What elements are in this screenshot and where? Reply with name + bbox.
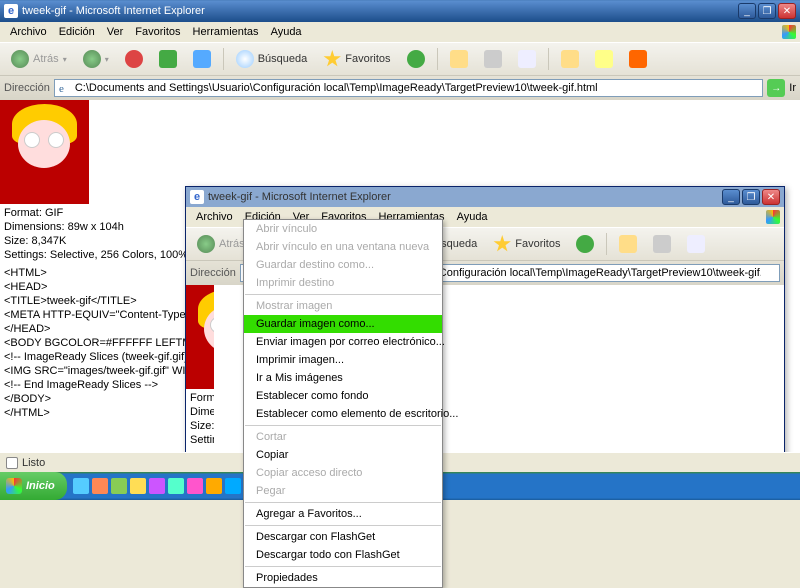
ctx-goto-images[interactable]: Ir a Mis imágenes	[244, 369, 442, 387]
ctx-properties[interactable]: Propiedades	[244, 569, 442, 587]
history-button[interactable]	[569, 232, 601, 256]
inner-source: <HTML> <HEAD> <TITLE>tweek <META HTTP- <…	[186, 449, 214, 452]
go-label: Ir	[789, 82, 796, 94]
close-button[interactable]: ✕	[778, 3, 796, 19]
menu-archivo[interactable]: Archivo	[190, 209, 239, 225]
ql-8[interactable]	[206, 478, 222, 494]
inner-close-button[interactable]: ✕	[762, 189, 780, 205]
ctx-set-background[interactable]: Establecer como fondo	[244, 387, 442, 405]
menu-ayuda[interactable]: Ayuda	[451, 209, 494, 225]
refresh-button[interactable]	[152, 47, 184, 71]
ql-3[interactable]	[111, 478, 127, 494]
ie-icon: e	[190, 190, 204, 204]
inner-maximize-button[interactable]: ❐	[742, 189, 760, 205]
start-flag-icon	[6, 478, 22, 494]
done-icon	[6, 457, 18, 469]
search-button[interactable]: Búsqueda	[229, 47, 315, 71]
menu-ver[interactable]: Ver	[101, 24, 130, 40]
outer-toolbar: Atrás▾ ▾ Búsqueda Favoritos	[0, 42, 800, 76]
minimize-button[interactable]: _	[738, 3, 756, 19]
inner-title: tweek-gif - Microsoft Internet Explorer	[208, 191, 391, 203]
mail-button[interactable]	[612, 232, 644, 256]
go-button[interactable]: →	[767, 79, 785, 97]
character-image-outer[interactable]	[0, 100, 89, 204]
print-button[interactable]	[646, 232, 678, 256]
ql-2[interactable]	[92, 478, 108, 494]
ctx-email-image[interactable]: Enviar imagen por correo electrónico...	[244, 333, 442, 351]
character-image-inner[interactable]	[186, 285, 214, 389]
menu-herramientas[interactable]: Herramientas	[187, 24, 265, 40]
ie-icon: e	[4, 4, 18, 18]
ctx-open-link[interactable]: Abrir vínculo	[244, 220, 442, 238]
ctx-save-target[interactable]: Guardar destino como...	[244, 256, 442, 274]
status-text: Listo	[22, 457, 45, 469]
outer-addressbar: Dirección → Ir	[0, 76, 800, 100]
edit-button[interactable]	[511, 47, 543, 71]
ctx-cut[interactable]: Cortar	[244, 428, 442, 446]
ql-9[interactable]	[225, 478, 241, 494]
home-button[interactable]	[186, 47, 218, 71]
outer-menubar: Archivo Edición Ver Favoritos Herramient…	[0, 22, 800, 42]
ctx-set-desktop[interactable]: Establecer como elemento de escritorio..…	[244, 405, 442, 423]
ctx-save-image-as[interactable]: Guardar imagen como...	[244, 315, 442, 333]
note-button[interactable]	[588, 47, 620, 71]
mail-button[interactable]	[443, 47, 475, 71]
ctx-print-image[interactable]: Imprimir imagen...	[244, 351, 442, 369]
address-label: Dirección	[190, 267, 236, 279]
address-input[interactable]	[54, 79, 763, 97]
ctx-copy[interactable]: Copiar	[244, 446, 442, 464]
windows-flag-icon	[782, 25, 796, 39]
print-button[interactable]	[477, 47, 509, 71]
ctx-flashget[interactable]: Descargar con FlashGet	[244, 528, 442, 546]
maximize-button[interactable]: ❐	[758, 3, 776, 19]
menu-favoritos[interactable]: Favoritos	[129, 24, 186, 40]
ctx-print-target[interactable]: Imprimir destino	[244, 274, 442, 292]
back-button[interactable]: Atrás▾	[4, 47, 74, 71]
ql-6[interactable]	[168, 478, 184, 494]
forward-button[interactable]: ▾	[76, 47, 116, 71]
windows-flag-icon	[766, 210, 780, 224]
menu-edicion[interactable]: Edición	[53, 24, 101, 40]
ql-1[interactable]	[73, 478, 89, 494]
start-button[interactable]: Inicio	[0, 472, 67, 500]
ql-4[interactable]	[130, 478, 146, 494]
folder-button[interactable]	[554, 47, 586, 71]
ctx-add-favorites[interactable]: Agregar a Favoritos...	[244, 505, 442, 523]
inner-titlebar: e tweek-gif - Microsoft Internet Explore…	[186, 187, 784, 207]
edit-button[interactable]	[680, 232, 712, 256]
flashget-button[interactable]	[622, 47, 654, 71]
inner-info: Format: GIFDimensions: 89Size: 8,347KSet…	[186, 389, 214, 449]
ctx-flashget-all[interactable]: Descargar todo con FlashGet	[244, 546, 442, 564]
ctx-paste[interactable]: Pegar	[244, 482, 442, 500]
address-label: Dirección	[4, 82, 50, 94]
menu-archivo[interactable]: Archivo	[4, 24, 53, 40]
favorites-button[interactable]: Favoritos	[316, 47, 397, 71]
ctx-open-new[interactable]: Abrir vínculo en una ventana nueva	[244, 238, 442, 256]
window-title: tweek-gif - Microsoft Internet Explorer	[22, 5, 205, 17]
quicklaunch	[67, 478, 266, 494]
ql-7[interactable]	[187, 478, 203, 494]
context-menu: Abrir vínculo Abrir vínculo en una venta…	[243, 219, 443, 588]
menu-ayuda[interactable]: Ayuda	[265, 24, 308, 40]
ctx-copy-shortcut[interactable]: Copiar acceso directo	[244, 464, 442, 482]
stop-button[interactable]	[118, 47, 150, 71]
favorites-button[interactable]: Favoritos	[486, 232, 567, 256]
inner-minimize-button[interactable]: _	[722, 189, 740, 205]
outer-titlebar: e tweek-gif - Microsoft Internet Explore…	[0, 0, 800, 22]
ql-5[interactable]	[149, 478, 165, 494]
history-button[interactable]	[400, 47, 432, 71]
ctx-show-image[interactable]: Mostrar imagen	[244, 297, 442, 315]
